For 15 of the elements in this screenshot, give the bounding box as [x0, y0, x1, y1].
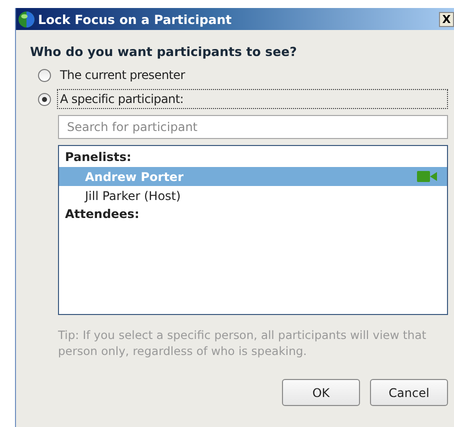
radio-button[interactable]	[38, 92, 51, 106]
group-header: Panelists:	[64, 149, 132, 166]
radio-label[interactable]: A specific participant:	[57, 89, 448, 109]
dialog-button[interactable]: Cancel	[370, 379, 448, 406]
radio-button[interactable]	[38, 68, 51, 82]
participant-item[interactable]: Jill Parker (Host)	[59, 186, 447, 205]
close-button[interactable]: X	[439, 12, 454, 26]
radio-label[interactable]: The current presenter	[57, 65, 188, 85]
tip-text: Tip: If you select a specific person, all participants will view that person only, regardless of who is speaking.	[58, 327, 428, 359]
search-field[interactable]: Search for participant	[58, 115, 448, 139]
globe-icon	[18, 10, 35, 28]
window-title: Lock Focus on a Participant	[38, 12, 233, 26]
dialog-button[interactable]: OK	[282, 379, 360, 406]
group-header: Attendees:	[64, 206, 140, 223]
question-heading: Who do you want participants to see?	[30, 44, 298, 59]
